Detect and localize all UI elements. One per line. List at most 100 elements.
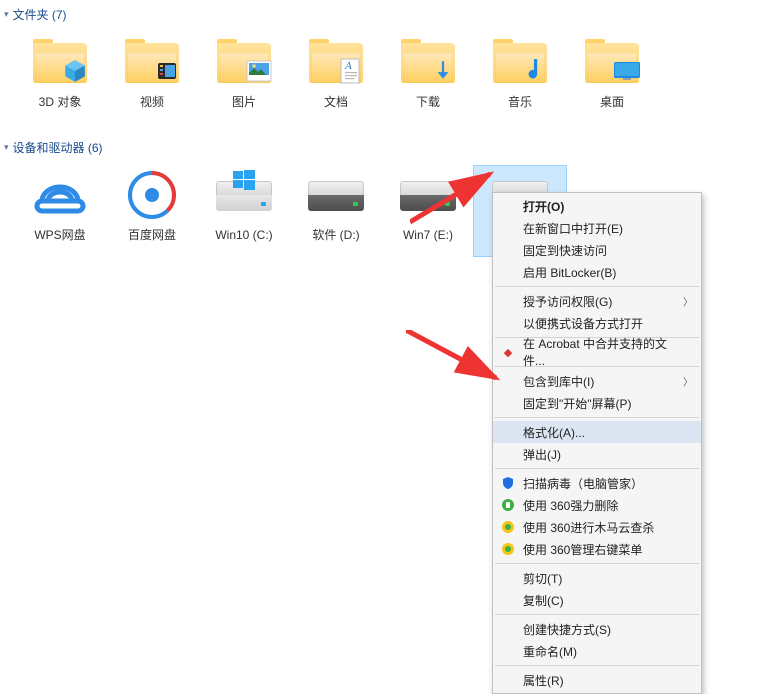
360-icon — [500, 541, 516, 557]
section-title: 设备和驱动器 (6) — [13, 139, 103, 156]
menu-item[interactable]: 启用 BitLocker(B) — [493, 261, 701, 283]
menu-item-label: 固定到"开始"屏幕(P) — [523, 395, 632, 412]
menu-item-label: 在新窗口中打开(E) — [523, 220, 623, 237]
folder-icon — [212, 35, 276, 91]
device-label: 软件 (D:) — [312, 228, 359, 242]
menu-item-label: 固定到快速访问 — [523, 242, 607, 259]
folder-item[interactable]: 下载 — [382, 33, 474, 123]
chevron-down-icon: ▾ — [4, 142, 9, 153]
folder-label: 音乐 — [508, 95, 532, 109]
folder-label: 图片 — [232, 95, 256, 109]
menu-item-label: 属性(R) — [523, 672, 564, 689]
menu-item[interactable]: 创建快捷方式(S) — [493, 618, 701, 640]
section-header-folders[interactable]: ▾ 文件夹 (7) — [0, 0, 775, 27]
menu-item-label: 扫描病毒（电脑管家） — [523, 475, 643, 492]
drive-icon — [400, 181, 456, 211]
folder-icon — [396, 35, 460, 91]
device-icon-box — [212, 168, 276, 224]
device-item[interactable]: Win7 (E:) — [382, 166, 474, 256]
menu-separator — [495, 614, 699, 615]
device-icon-box — [28, 168, 92, 224]
folder-item[interactable]: 3D 对象 — [14, 33, 106, 123]
folder-icon: A — [304, 35, 368, 91]
device-item[interactable]: 百度网盘 — [106, 166, 198, 256]
menu-item-label: 使用 360管理右键菜单 — [523, 541, 642, 558]
device-icon-box — [120, 168, 184, 224]
acrobat-icon: ◆ — [500, 344, 516, 360]
folder-item[interactable]: 视频 — [106, 33, 198, 123]
device-label: WPS网盘 — [34, 228, 85, 242]
submenu-arrow-icon: 〉 — [683, 294, 693, 309]
menu-separator — [495, 468, 699, 469]
menu-separator — [495, 417, 699, 418]
menu-item[interactable]: ◆在 Acrobat 中合并支持的文件... — [493, 341, 701, 363]
device-label: 百度网盘 — [128, 228, 176, 242]
baidu-icon — [126, 169, 178, 224]
menu-item-label: 格式化(A)... — [523, 424, 585, 441]
menu-item[interactable]: 在新窗口中打开(E) — [493, 217, 701, 239]
folder-label: 文档 — [324, 95, 348, 109]
menu-item-label: 在 Acrobat 中合并支持的文件... — [523, 335, 687, 369]
menu-item[interactable]: 以便携式设备方式打开 — [493, 312, 701, 334]
menu-item[interactable]: 固定到快速访问 — [493, 239, 701, 261]
folder-icon — [580, 35, 644, 91]
folder-label: 桌面 — [600, 95, 624, 109]
section-header-devices[interactable]: ▾ 设备和驱动器 (6) — [0, 133, 775, 160]
menu-item-label: 重命名(M) — [523, 643, 577, 660]
folder-item[interactable]: 桌面 — [566, 33, 658, 123]
menu-item-label: 打开(O) — [523, 198, 564, 215]
menu-item-label: 复制(C) — [523, 592, 564, 609]
folder-item[interactable]: A 文档 — [290, 33, 382, 123]
folder-label: 3D 对象 — [39, 95, 82, 109]
menu-item[interactable]: 重命名(M) — [493, 640, 701, 662]
menu-item[interactable]: 属性(R) — [493, 669, 701, 691]
folder-label: 视频 — [140, 95, 164, 109]
menu-item-label: 使用 360进行木马云查杀 — [523, 519, 654, 536]
menu-separator — [495, 563, 699, 564]
menu-item-label: 创建快捷方式(S) — [523, 621, 611, 638]
chevron-down-icon: ▾ — [4, 9, 9, 20]
menu-item-label: 剪切(T) — [523, 570, 562, 587]
drive-icon — [308, 181, 364, 211]
trash-icon — [500, 497, 516, 513]
menu-item[interactable]: 扫描病毒（电脑管家） — [493, 472, 701, 494]
menu-item[interactable]: 使用 360强力删除 — [493, 494, 701, 516]
wps-icon — [32, 171, 88, 222]
menu-item-label: 授予访问权限(G) — [523, 293, 612, 310]
submenu-arrow-icon: 〉 — [683, 374, 693, 389]
device-item[interactable]: 软件 (D:) — [290, 166, 382, 256]
folder-item[interactable]: 音乐 — [474, 33, 566, 123]
menu-item[interactable]: 弹出(J) — [493, 443, 701, 465]
menu-item[interactable]: 使用 360进行木马云查杀 — [493, 516, 701, 538]
folder-icon — [120, 35, 184, 91]
menu-item-label: 启用 BitLocker(B) — [523, 264, 616, 281]
menu-item[interactable]: 固定到"开始"屏幕(P) — [493, 392, 701, 414]
menu-item[interactable]: 使用 360管理右键菜单 — [493, 538, 701, 560]
menu-item-label: 弹出(J) — [523, 446, 561, 463]
device-label: Win10 (C:) — [215, 228, 272, 242]
device-icon-box — [304, 168, 368, 224]
drive-icon — [216, 181, 272, 211]
menu-item[interactable]: 打开(O) — [493, 195, 701, 217]
folders-grid: 3D 对象 视频 图片 A 文档 下载 音乐 桌面 — [0, 27, 775, 133]
menu-item[interactable]: 包含到库中(I)〉 — [493, 370, 701, 392]
menu-separator — [495, 286, 699, 287]
device-icon-box — [396, 168, 460, 224]
device-item[interactable]: Win10 (C:) — [198, 166, 290, 256]
folder-icon — [28, 35, 92, 91]
menu-item-label: 以便携式设备方式打开 — [523, 315, 643, 332]
menu-separator — [495, 665, 699, 666]
folder-label: 下载 — [416, 95, 440, 109]
section-title: 文件夹 (7) — [13, 6, 67, 23]
menu-item[interactable]: 授予访问权限(G) 〉 — [493, 290, 701, 312]
menu-item-label: 使用 360强力删除 — [523, 497, 618, 514]
device-item[interactable]: WPS网盘 — [14, 166, 106, 256]
svg-text:A: A — [344, 60, 352, 72]
360-icon — [500, 519, 516, 535]
menu-item[interactable]: 格式化(A)... — [493, 421, 701, 443]
shield-icon — [500, 475, 516, 491]
device-label: Win7 (E:) — [403, 228, 453, 242]
folder-icon — [488, 35, 552, 91]
menu-item[interactable]: 复制(C) — [493, 589, 701, 611]
folder-item[interactable]: 图片 — [198, 33, 290, 123]
